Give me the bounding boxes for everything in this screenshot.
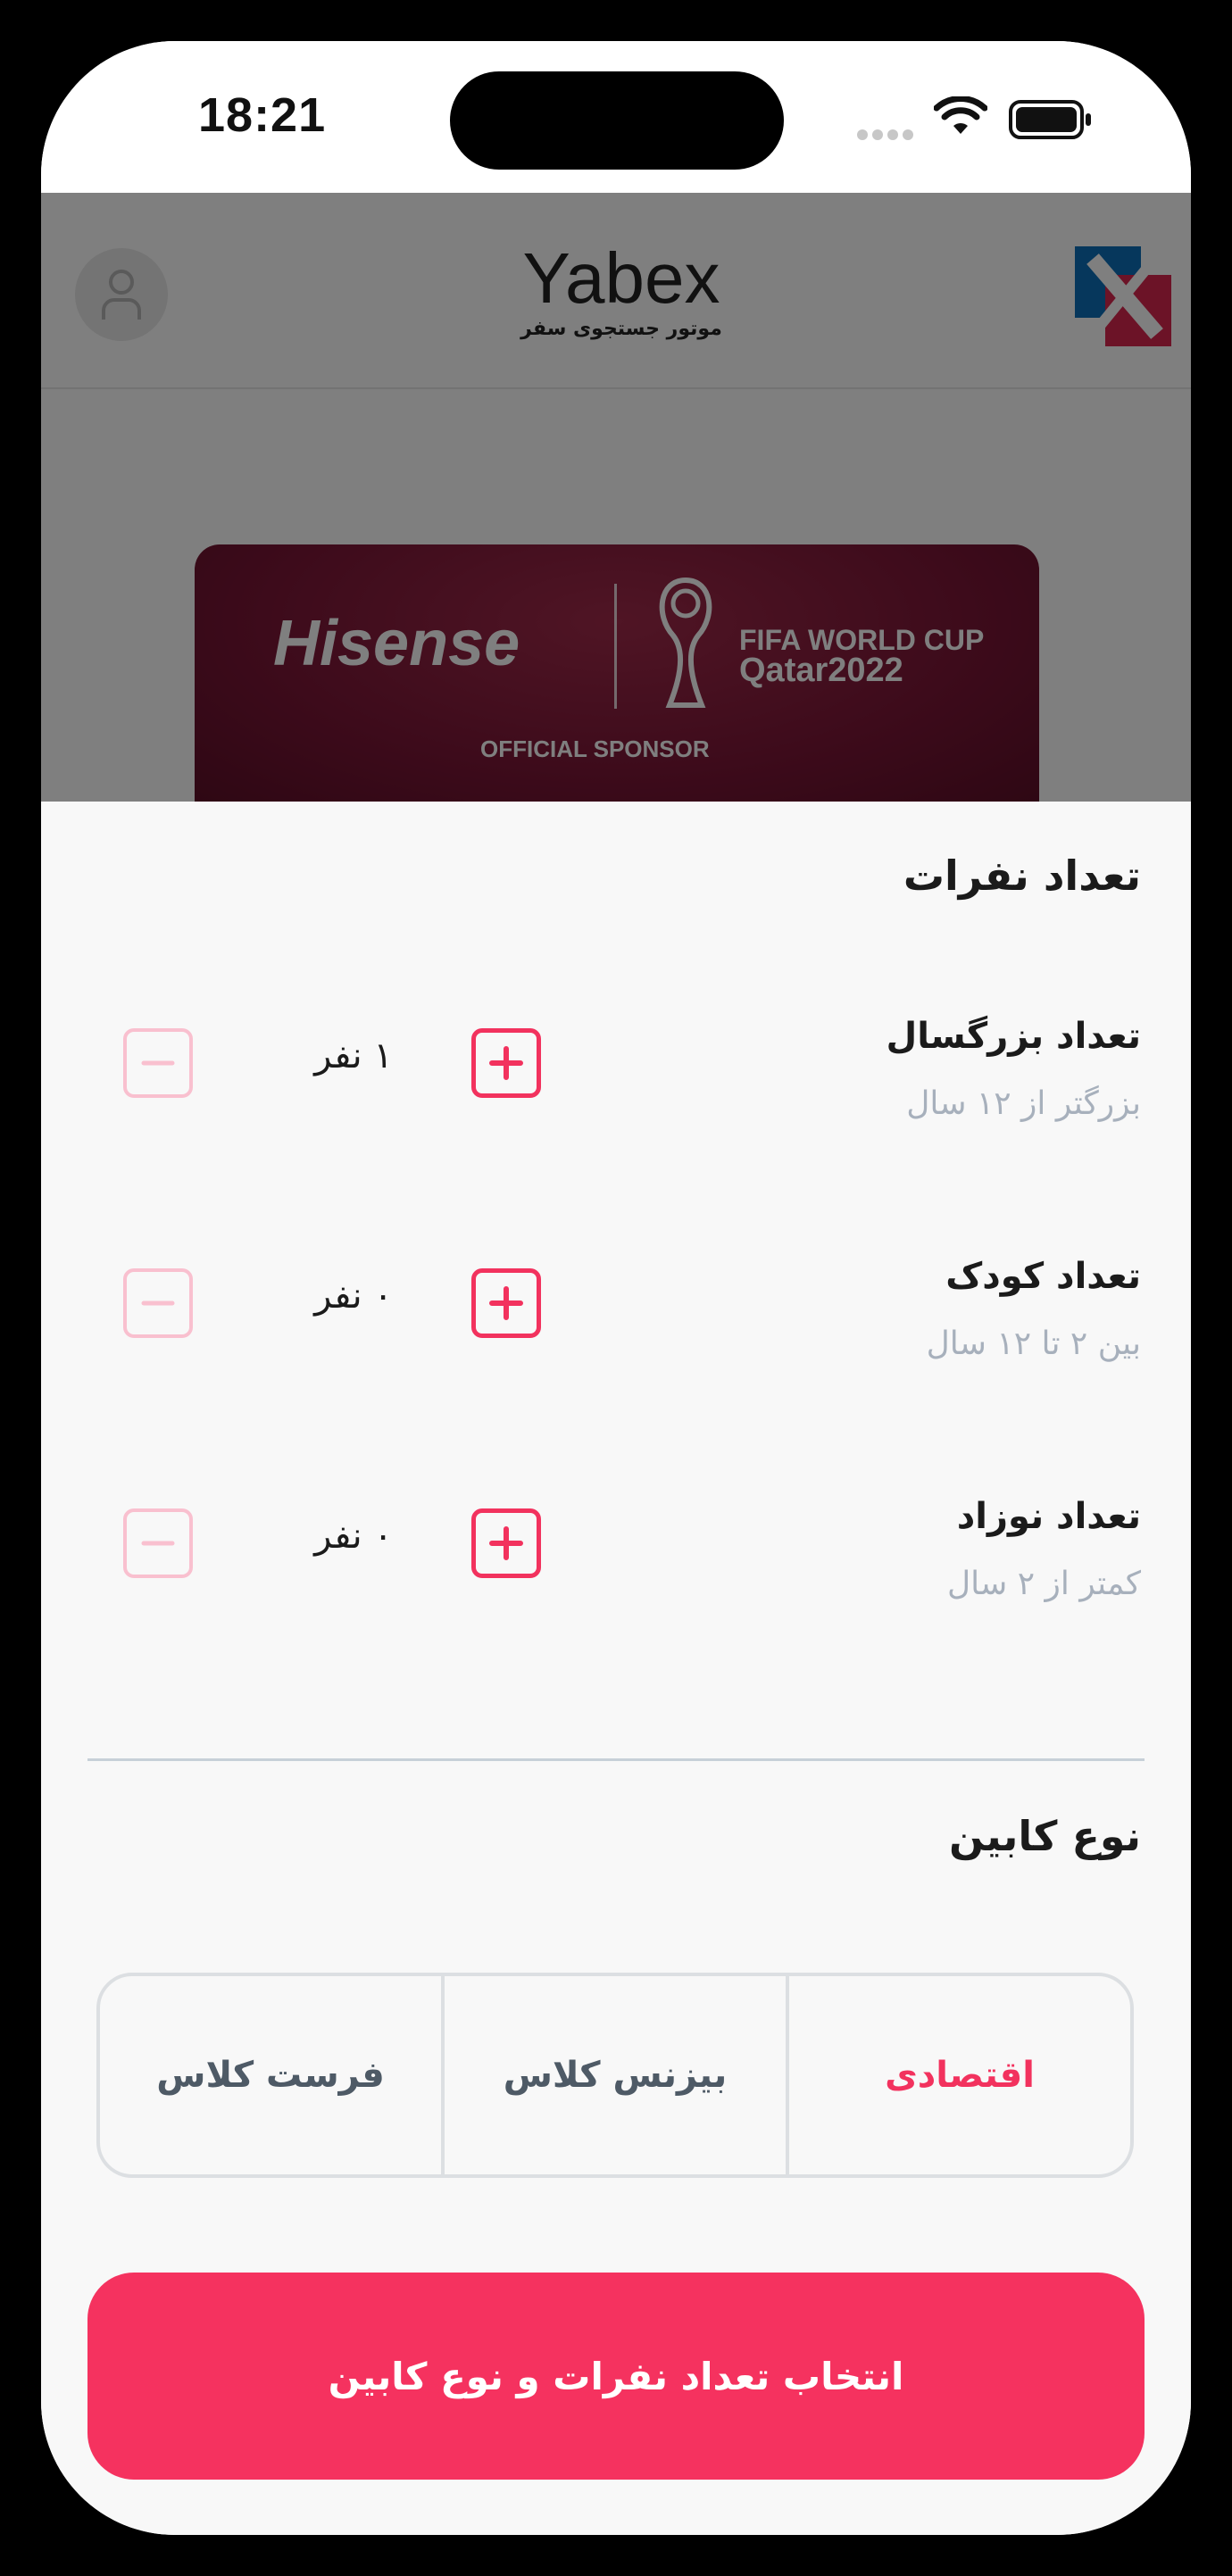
plus-icon — [489, 1046, 523, 1080]
cabin-option-first[interactable]: فرست کلاس — [100, 1976, 441, 2174]
plus-icon — [489, 1286, 523, 1320]
increment-button[interactable] — [471, 1268, 541, 1338]
cabin-option-economy[interactable]: اقتصادی — [786, 1976, 1130, 2174]
dynamic-island — [450, 71, 784, 170]
increment-button[interactable] — [471, 1028, 541, 1098]
wifi-icon — [934, 96, 987, 134]
minus-icon — [141, 1300, 175, 1306]
passenger-label: تعداد بزرگسال — [886, 1016, 1142, 1057]
passenger-row-infant: تعداد نوزاد کمتر از ۲ سال ۰ نفر — [41, 1496, 1191, 1639]
passenger-count: ۱ نفر — [314, 1035, 393, 1076]
passenger-age-hint: کمتر از ۲ سال — [946, 1566, 1141, 1602]
battery-icon — [1009, 100, 1091, 139]
decrement-button[interactable] — [123, 1508, 193, 1578]
cabin-selector: اقتصادی بیزنس کلاس فرست کلاس — [96, 1973, 1134, 2178]
status-bar: 18:21 — [41, 41, 1191, 193]
cabin-title: نوع کابین — [948, 1812, 1141, 1860]
passenger-age-hint: بزرگتر از ۱۲ سال — [906, 1085, 1141, 1122]
modal-backdrop[interactable] — [41, 193, 1191, 802]
screen: 18:21 Yabex موتو — [41, 41, 1191, 2535]
passenger-sheet: تعداد نفرات تعداد بزرگسال بزرگتر از ۱۲ س… — [41, 802, 1191, 2535]
minus-icon — [141, 1541, 175, 1546]
decrement-button[interactable] — [123, 1028, 193, 1098]
increment-button[interactable] — [471, 1508, 541, 1578]
plus-icon — [489, 1526, 523, 1560]
confirm-button[interactable]: انتخاب تعداد نفرات و نوع کابین — [87, 2273, 1145, 2480]
passenger-age-hint: بین ۲ تا ۱۲ سال — [926, 1325, 1141, 1362]
phone-frame: 18:21 Yabex موتو — [0, 0, 1232, 2576]
passenger-label: تعداد نوزاد — [956, 1496, 1141, 1537]
minus-icon — [141, 1060, 175, 1066]
passenger-label: تعداد کودک — [945, 1256, 1141, 1297]
passenger-row-adult: تعداد بزرگسال بزرگتر از ۱۲ سال ۱ نفر — [41, 1016, 1191, 1159]
passenger-count: ۰ نفر — [314, 1516, 393, 1557]
cabin-option-business[interactable]: بیزنس کلاس — [441, 1976, 786, 2174]
signal-icon — [857, 127, 918, 144]
passenger-row-child: تعداد کودک بین ۲ تا ۱۲ سال ۰ نفر — [41, 1256, 1191, 1399]
section-divider — [87, 1758, 1145, 1761]
passengers-title: تعداد نفرات — [903, 852, 1141, 900]
passenger-count: ۰ نفر — [314, 1276, 393, 1317]
status-time: 18:21 — [198, 88, 327, 142]
decrement-button[interactable] — [123, 1268, 193, 1338]
